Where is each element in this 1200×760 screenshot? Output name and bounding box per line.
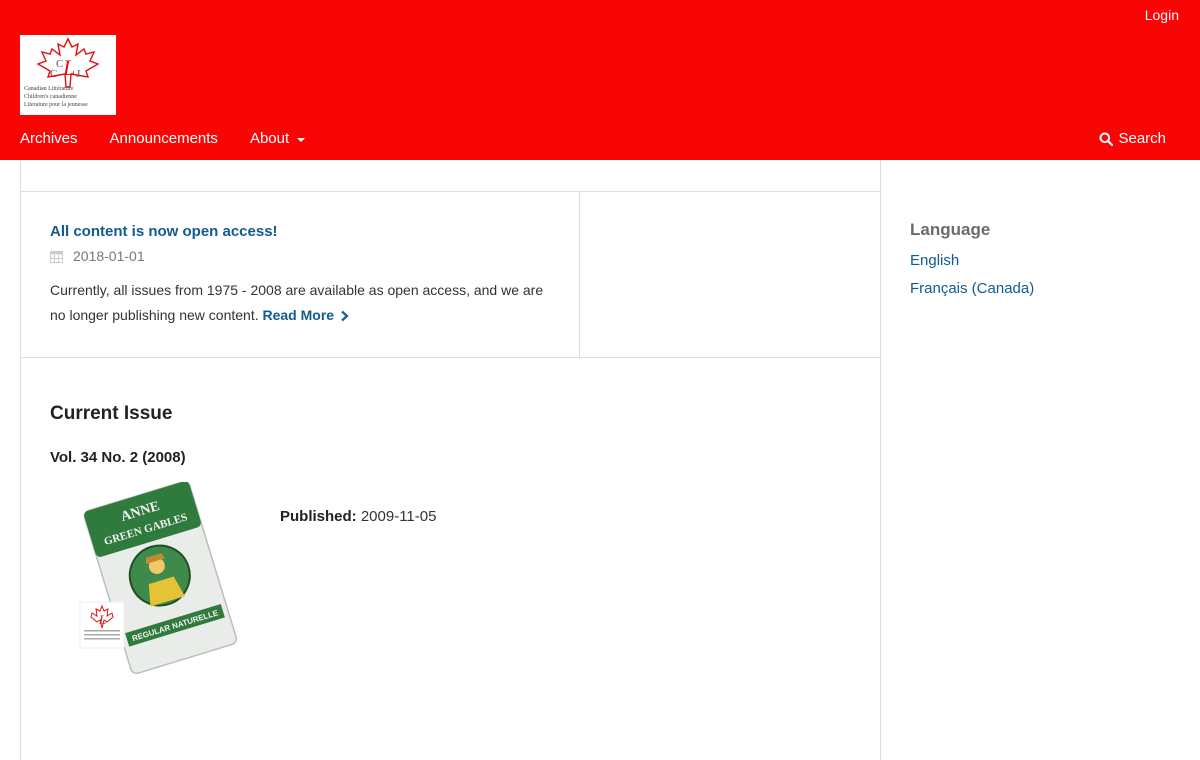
read-more-label: Read More	[262, 307, 335, 323]
main-nav: Archives Announcements About	[20, 130, 337, 147]
published-date: 2009-11-05	[360, 508, 437, 525]
svg-text:L: L	[98, 612, 106, 627]
maple-leaf-icon: C L C J	[36, 37, 100, 88]
calendar-icon	[50, 250, 63, 263]
nav-announcements[interactable]: Announcements	[110, 130, 218, 147]
sidebar: Language English Français (Canada)	[910, 220, 1170, 308]
current-issue-heading: Current Issue	[50, 403, 173, 424]
language-heading: Language	[910, 220, 991, 239]
nav-about[interactable]: About	[249, 130, 306, 147]
announcement-date-text: 2018-01-01	[73, 248, 145, 264]
issue-details: ANNE GREEN GABLES REGULAR NATURELLE L Pu…	[50, 480, 851, 682]
current-issue-section: Current Issue Vol. 34 No. 2 (2008) ANNE …	[21, 358, 880, 727]
language-english[interactable]: English	[910, 252, 1170, 269]
search-icon	[1099, 132, 1114, 146]
announcement-item: All content is now open access! 2018-01-…	[21, 192, 580, 357]
announcements-row: All content is now open access! 2018-01-…	[21, 192, 880, 358]
svg-text:L: L	[62, 55, 75, 80]
chevron-down-icon	[297, 137, 306, 142]
announcement-date: 2018-01-01	[50, 248, 550, 264]
cover-illustration: ANNE GREEN GABLES REGULAR NATURELLE L	[50, 480, 260, 677]
svg-text:J: J	[76, 68, 81, 80]
published-label: Published:	[280, 508, 357, 525]
top-strip	[21, 160, 880, 192]
issue-published: Published: 2009-11-05	[280, 508, 436, 525]
read-more-link[interactable]: Read More	[262, 307, 349, 323]
logo-text: Canadian Littérature Children's canadien…	[24, 86, 88, 108]
nav-about-label: About	[249, 130, 290, 147]
cover-small-logo: L	[79, 601, 125, 649]
language-french-canada[interactable]: Français (Canada)	[910, 280, 1170, 297]
announcement-summary: Currently, all issues from 1975 - 2008 a…	[50, 278, 550, 328]
chevron-right-icon	[341, 310, 349, 322]
main-content: All content is now open access! 2018-01-…	[20, 160, 881, 760]
search-label: Search	[1118, 130, 1166, 147]
svg-text:C: C	[50, 68, 57, 80]
issue-title-link[interactable]: Vol. 34 No. 2 (2008)	[50, 449, 851, 466]
login-link[interactable]: Login	[1145, 7, 1179, 23]
issue-cover-image[interactable]: ANNE GREEN GABLES REGULAR NATURELLE L	[50, 480, 260, 677]
announcement-title[interactable]: All content is now open access!	[50, 223, 550, 240]
site-header: Login C L C J Canadian Littérature Child…	[0, 0, 1200, 160]
site-logo[interactable]: C L C J Canadian Littérature Children's …	[20, 35, 116, 115]
nav-archives[interactable]: Archives	[20, 130, 78, 147]
search-link[interactable]: Search	[1099, 130, 1166, 147]
